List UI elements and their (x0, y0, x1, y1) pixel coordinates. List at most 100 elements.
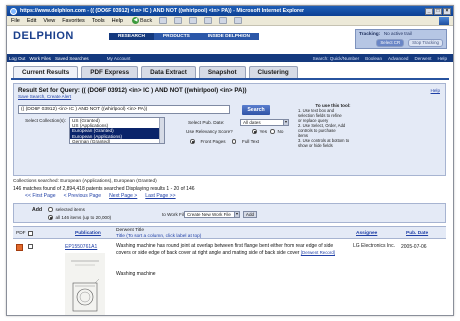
menu-tools[interactable]: Tools (92, 18, 105, 24)
query-input[interactable]: (( (DO6F 03912) <in> IC ) AND NOT ((whir… (18, 105, 230, 114)
menu-bar: File Edit View Favorites Tools Help ◀ Ba… (7, 16, 453, 26)
ie-window-icon (10, 7, 17, 15)
stop-tracking-button[interactable]: Stop Tracking (408, 39, 443, 47)
col-pdf: PDF (16, 231, 26, 236)
selected-items-radio[interactable] (48, 207, 53, 212)
window-title: https://www.delphion.com - (( (DO6F 0391… (20, 8, 305, 14)
nav-research[interactable]: RESEARCH (109, 33, 154, 40)
menu-help[interactable]: Help (112, 18, 123, 24)
select-all-checkbox[interactable] (28, 231, 33, 236)
chevron-down-icon: ▼ (283, 120, 288, 125)
first-page-link[interactable]: << First Page (25, 193, 56, 199)
row-pub-date: 2005-07-06 (401, 244, 427, 250)
maximize-button[interactable]: □ (434, 7, 442, 15)
result-tabs: Current Results PDF Express Data Extract… (13, 66, 298, 78)
quick-number-search-link[interactable]: Search: Quick/Number (313, 56, 359, 61)
front-pages-label: Front Pages (200, 139, 226, 144)
tab-divider (11, 78, 449, 80)
col-assignee[interactable]: Assignee (356, 231, 377, 236)
tab-current-results[interactable]: Current Results (13, 66, 79, 78)
minimize-button[interactable]: _ (425, 7, 433, 15)
match-count: 146 matches found of 2,894,418 patents s… (13, 186, 195, 192)
close-button[interactable]: × (443, 7, 451, 15)
tracking-status: No active trail (383, 31, 412, 36)
tab-pdf-express[interactable]: PDF Express (81, 66, 139, 78)
delphion-logo[interactable]: DELPHION (13, 30, 74, 42)
stop-icon[interactable] (174, 17, 183, 24)
derwent-search-link[interactable]: Derwent (414, 56, 431, 61)
save-search-link[interactable]: Save Search, Create Alert (18, 94, 71, 99)
all-items-label: all 146 items (up to 20,000) (55, 215, 112, 220)
search-icon[interactable] (219, 17, 228, 24)
boolean-search-link[interactable]: Boolean (365, 56, 382, 61)
nav-products[interactable]: PRODUCTS (153, 33, 199, 40)
back-button[interactable]: ◀ Back (131, 17, 152, 24)
forward-icon[interactable] (159, 17, 168, 24)
patent-drawing-thumbnail[interactable] (65, 253, 105, 315)
windows-logo-icon (439, 16, 449, 25)
collection-option[interactable]: German (Granted) (70, 139, 164, 143)
relevancy-yes-label: Yes (259, 129, 268, 134)
saved-searches-link[interactable]: Saved Searches (55, 56, 89, 61)
relevancy-no-label: No (277, 129, 284, 134)
query-panel: Result Set for Query: (( (DO6F 03912) <i… (13, 83, 446, 176)
menu-file[interactable]: File (11, 18, 20, 24)
home-icon[interactable] (204, 17, 213, 24)
help-link[interactable]: Help (438, 56, 447, 61)
work-file-select[interactable]: Create New Work File ▼ (184, 211, 240, 218)
logout-link[interactable]: Log Out (9, 56, 25, 61)
search-button[interactable]: Search (242, 105, 270, 115)
col-title-hint[interactable]: Title (To sort a column, click label at … (116, 234, 201, 239)
previous-page-link[interactable]: < Previous Page (64, 193, 102, 199)
col-derwent-title[interactable]: Derwent Title (116, 228, 144, 233)
last-page-link[interactable]: Last Page >> (145, 193, 175, 199)
selected-items-label: selected items (55, 207, 85, 212)
tips-line: show or hide fields (298, 143, 333, 148)
usage-tips: To use this tool: 1. Use text box and se… (298, 103, 368, 154)
menu-view[interactable]: View (43, 18, 55, 24)
add-button[interactable]: Add (243, 211, 257, 218)
next-page-link[interactable]: Next Page > (109, 193, 137, 199)
tracking-title: Tracking: (359, 32, 381, 37)
query-help-link[interactable]: Help (431, 88, 440, 93)
work-file-value: Create New Work File (187, 212, 231, 217)
full-text-radio[interactable] (231, 139, 237, 144)
sub-nav: Log Out Work Files Saved Searches My Acc… (7, 54, 453, 62)
derwent-record-link[interactable]: [Derwent Record] (301, 250, 335, 255)
work-files-link[interactable]: Work Files (29, 56, 51, 61)
pubdate-label: Select Pub. Date: (188, 120, 225, 125)
row-checkbox[interactable] (28, 244, 33, 249)
row-assignee: LG Electronics Inc. (353, 243, 395, 249)
collections-scrollbar[interactable] (159, 118, 164, 143)
row-title: Washing machine has round joint at overl… (116, 243, 340, 257)
tab-data-extract[interactable]: Data Extract (141, 66, 196, 78)
front-pages-radio[interactable] (190, 139, 195, 144)
refresh-icon[interactable] (189, 17, 198, 24)
relevancy-yes-radio[interactable] (252, 129, 257, 134)
tab-clustering[interactable]: Clustering (248, 66, 298, 78)
relevancy-no-radio[interactable] (270, 129, 275, 134)
publication-number-link[interactable]: EP1550761A1 (65, 244, 97, 250)
select-cr-button[interactable]: Select CR (376, 39, 405, 47)
nav-inside-delphion[interactable]: INSIDE DELPHION (198, 33, 259, 40)
pubdate-value: All dates (243, 120, 261, 125)
all-items-radio[interactable] (48, 215, 53, 220)
pubdate-select[interactable]: All dates ▼ (240, 119, 289, 126)
main-nav: RESEARCH PRODUCTS INSIDE DELPHION (109, 33, 259, 40)
tracking-box: Tracking: No active trail Select CR Stop… (355, 29, 447, 49)
favorites-icon[interactable] (234, 17, 243, 24)
add-to-workfile-bar: Add selected items all 146 items (up to … (13, 203, 446, 223)
chevron-down-icon: ▼ (234, 212, 239, 217)
collections-listbox[interactable]: US (Granted) US (Applications) European … (69, 117, 165, 144)
my-account-link[interactable]: My Account (107, 56, 131, 61)
tab-snapshot[interactable]: Snapshot (198, 66, 246, 78)
advanced-search-link[interactable]: Advanced (388, 56, 408, 61)
results-table-header: PDF Publication Derwent Title Title (To … (13, 226, 446, 239)
col-pub-date[interactable]: Pub. Date (406, 231, 428, 236)
col-publication[interactable]: Publication (75, 231, 101, 236)
pdf-icon[interactable] (16, 244, 23, 251)
back-arrow-icon: ◀ (131, 17, 139, 24)
menu-favorites[interactable]: Favorites (62, 18, 85, 24)
browser-window: https://www.delphion.com - (( (DO6F 0391… (6, 5, 454, 316)
menu-edit[interactable]: Edit (27, 18, 36, 24)
